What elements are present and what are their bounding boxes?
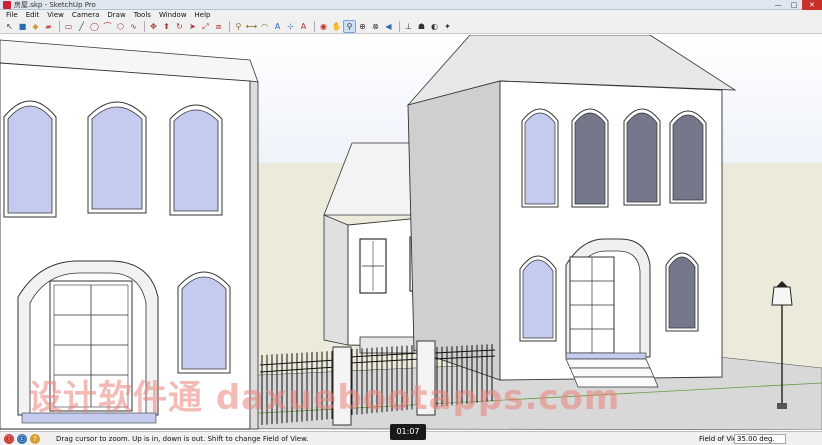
select-tool-icon[interactable]: ↖ — [4, 21, 15, 32]
protractor-tool-icon[interactable]: ◠ — [259, 21, 270, 32]
offset-tool-icon[interactable]: ⧈ — [213, 21, 224, 32]
maximize-button[interactable]: □ — [786, 0, 802, 10]
3d-text-tool-icon[interactable]: A — [298, 21, 309, 32]
zoom-window-tool-icon[interactable]: ⊕ — [357, 21, 368, 32]
arc-tool-icon[interactable]: ⌒ — [102, 21, 113, 32]
pan-tool-icon[interactable]: ✋ — [331, 21, 342, 32]
geo-location-icon[interactable]: ⓘ — [4, 434, 14, 444]
zoom-extents-tool-icon[interactable]: ⊗ — [370, 21, 381, 32]
vcb-input[interactable]: 35.00 deg. — [734, 434, 786, 444]
previous-view-tool-icon[interactable]: ◀ — [383, 21, 394, 32]
freehand-tool-icon[interactable]: ∿ — [128, 21, 139, 32]
menu-window[interactable]: Window — [155, 10, 191, 20]
toolbar-separator — [399, 21, 400, 32]
menu-file[interactable]: File — [2, 10, 22, 20]
look-around-tool-icon[interactable]: ◐ — [429, 21, 440, 32]
dimension-tool-icon[interactable]: ⟷ — [246, 21, 257, 32]
position-camera-tool-icon[interactable]: ⊥ — [403, 21, 414, 32]
menu-draw[interactable]: Draw — [103, 10, 129, 20]
menu-view[interactable]: View — [43, 10, 68, 20]
toolbar-separator — [144, 21, 145, 32]
menu-edit[interactable]: Edit — [22, 10, 44, 20]
watermark: 设计软件通 daxuebootapps.com — [28, 378, 621, 418]
axes-tool-icon[interactable]: ⊹ — [285, 21, 296, 32]
rotate-tool-icon[interactable]: ↻ — [174, 21, 185, 32]
menu-bar: File Edit View Camera Draw Tools Window … — [0, 10, 822, 20]
scale-tool-icon[interactable]: ⤢ — [200, 21, 211, 32]
credits-icon[interactable]: ⓒ — [17, 434, 27, 444]
zoom-tool-icon[interactable]: ⚲ — [343, 20, 356, 33]
eraser-tool-icon[interactable]: ▰ — [43, 21, 54, 32]
line-tool-icon[interactable]: ╱ — [76, 21, 87, 32]
circle-tool-icon[interactable]: ◯ — [89, 21, 100, 32]
follow-me-tool-icon[interactable]: ➤ — [187, 21, 198, 32]
polygon-tool-icon[interactable]: ⬡ — [115, 21, 126, 32]
main-toolbar: ↖ ■ ◆ ▰ ▭ ╱ ◯ ⌒ ⬡ ∿ ✥ ⬆ ↻ ➤ ⤢ ⧈ ⚲ ⟷ ◠ A ⊹ A ◉ ✋ ⚲ ⊕ ⊗ ◀ ⊥ ☗ ◐ ✦ — [0, 20, 822, 34]
component-tool-icon[interactable]: ■ — [17, 21, 28, 32]
push-pull-tool-icon[interactable]: ⬆ — [161, 21, 172, 32]
section-plane-tool-icon[interactable]: ✦ — [442, 21, 453, 32]
close-button[interactable]: ✕ — [802, 0, 822, 10]
app-icon — [3, 1, 11, 9]
window-controls: — □ ✕ — [770, 0, 822, 10]
orbit-tool-icon[interactable]: ◉ — [318, 21, 329, 32]
status-message: Drag cursor to zoom. Up is in, down is o… — [56, 435, 309, 443]
toolbar-separator — [314, 21, 315, 32]
help-icon[interactable]: ? — [30, 434, 40, 444]
title-bar: 房屋.skp - SketchUp Pro — □ ✕ — [0, 0, 822, 10]
toolbar-separator — [229, 21, 230, 32]
time-badge: 01:07 — [390, 424, 426, 440]
text-tool-icon[interactable]: A — [272, 21, 283, 32]
right-building — [406, 35, 737, 388]
menu-help[interactable]: Help — [191, 10, 215, 20]
tape-measure-tool-icon[interactable]: ⚲ — [233, 21, 244, 32]
rectangle-tool-icon[interactable]: ▭ — [63, 21, 74, 32]
menu-camera[interactable]: Camera — [68, 10, 103, 20]
window-title: 房屋.skp - SketchUp Pro — [14, 1, 96, 9]
move-tool-icon[interactable]: ✥ — [148, 21, 159, 32]
toolbar-separator — [59, 21, 60, 32]
menu-tools[interactable]: Tools — [130, 10, 155, 20]
minimize-button[interactable]: — — [770, 0, 786, 10]
paint-bucket-tool-icon[interactable]: ◆ — [30, 21, 41, 32]
walk-tool-icon[interactable]: ☗ — [416, 21, 427, 32]
